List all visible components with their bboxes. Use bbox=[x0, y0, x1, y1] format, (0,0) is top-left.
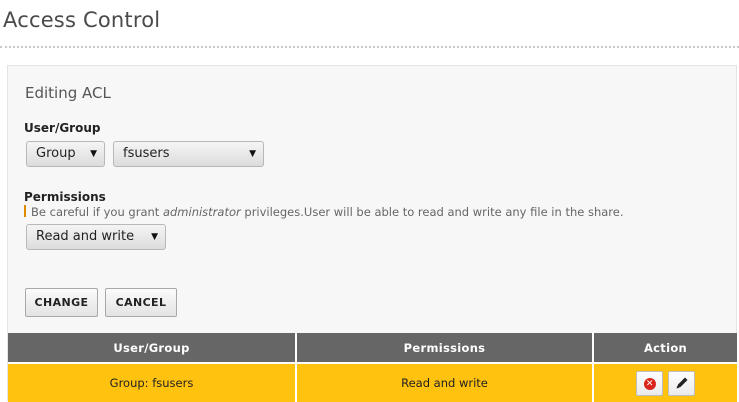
column-header-user-group: User/Group bbox=[8, 333, 297, 363]
principal-type-select[interactable]: Group ▼ bbox=[26, 141, 105, 167]
acl-edit-panel: Editing ACL User/Group Group ▼ fsusers ▼… bbox=[7, 65, 737, 402]
panel-heading: Editing ACL bbox=[25, 84, 111, 102]
caret-down-icon: ▼ bbox=[90, 149, 97, 159]
principal-name-value: fsusers bbox=[123, 146, 170, 161]
hint-text-after: privileges.User will be able to read and… bbox=[240, 205, 624, 219]
principal-name-select[interactable]: fsusers ▼ bbox=[113, 141, 264, 167]
cancel-button[interactable]: CANCEL bbox=[105, 288, 177, 317]
permissions-select[interactable]: Read and write ▼ bbox=[26, 224, 166, 250]
principal-type-value: Group bbox=[36, 146, 76, 161]
caret-down-icon: ▼ bbox=[249, 149, 256, 159]
remove-circle-icon: ✕ bbox=[643, 377, 656, 390]
table-header-row: User/Group Permissions Action bbox=[8, 333, 737, 363]
cell-permissions: Read and write bbox=[296, 362, 594, 402]
title-divider bbox=[0, 46, 739, 48]
remove-button[interactable]: ✕ bbox=[635, 370, 663, 396]
change-button[interactable]: CHANGE bbox=[25, 288, 98, 317]
caret-down-icon: ▼ bbox=[151, 232, 158, 242]
permissions-hint: Be careful if you grant administrator pr… bbox=[24, 205, 624, 219]
acl-table: User/Group Permissions Action Group: fsu… bbox=[8, 333, 737, 402]
pencil-icon bbox=[676, 377, 688, 388]
permissions-label: Permissions bbox=[24, 190, 106, 204]
column-header-action: Action bbox=[593, 333, 737, 363]
cell-user-group: Group: fsusers bbox=[8, 362, 297, 402]
column-header-permissions: Permissions bbox=[296, 333, 594, 363]
hint-text-before: Be careful if you grant bbox=[31, 205, 163, 219]
edit-button[interactable] bbox=[668, 370, 696, 396]
table-row[interactable]: Group: fsusers Read and write ✕ bbox=[8, 362, 737, 402]
warning-bar-icon bbox=[24, 205, 26, 217]
page-title: Access Control bbox=[3, 8, 161, 32]
user-group-label: User/Group bbox=[24, 121, 101, 135]
cell-actions: ✕ bbox=[593, 362, 737, 402]
permissions-value: Read and write bbox=[36, 229, 135, 244]
hint-emphasis: administrator bbox=[162, 205, 241, 219]
